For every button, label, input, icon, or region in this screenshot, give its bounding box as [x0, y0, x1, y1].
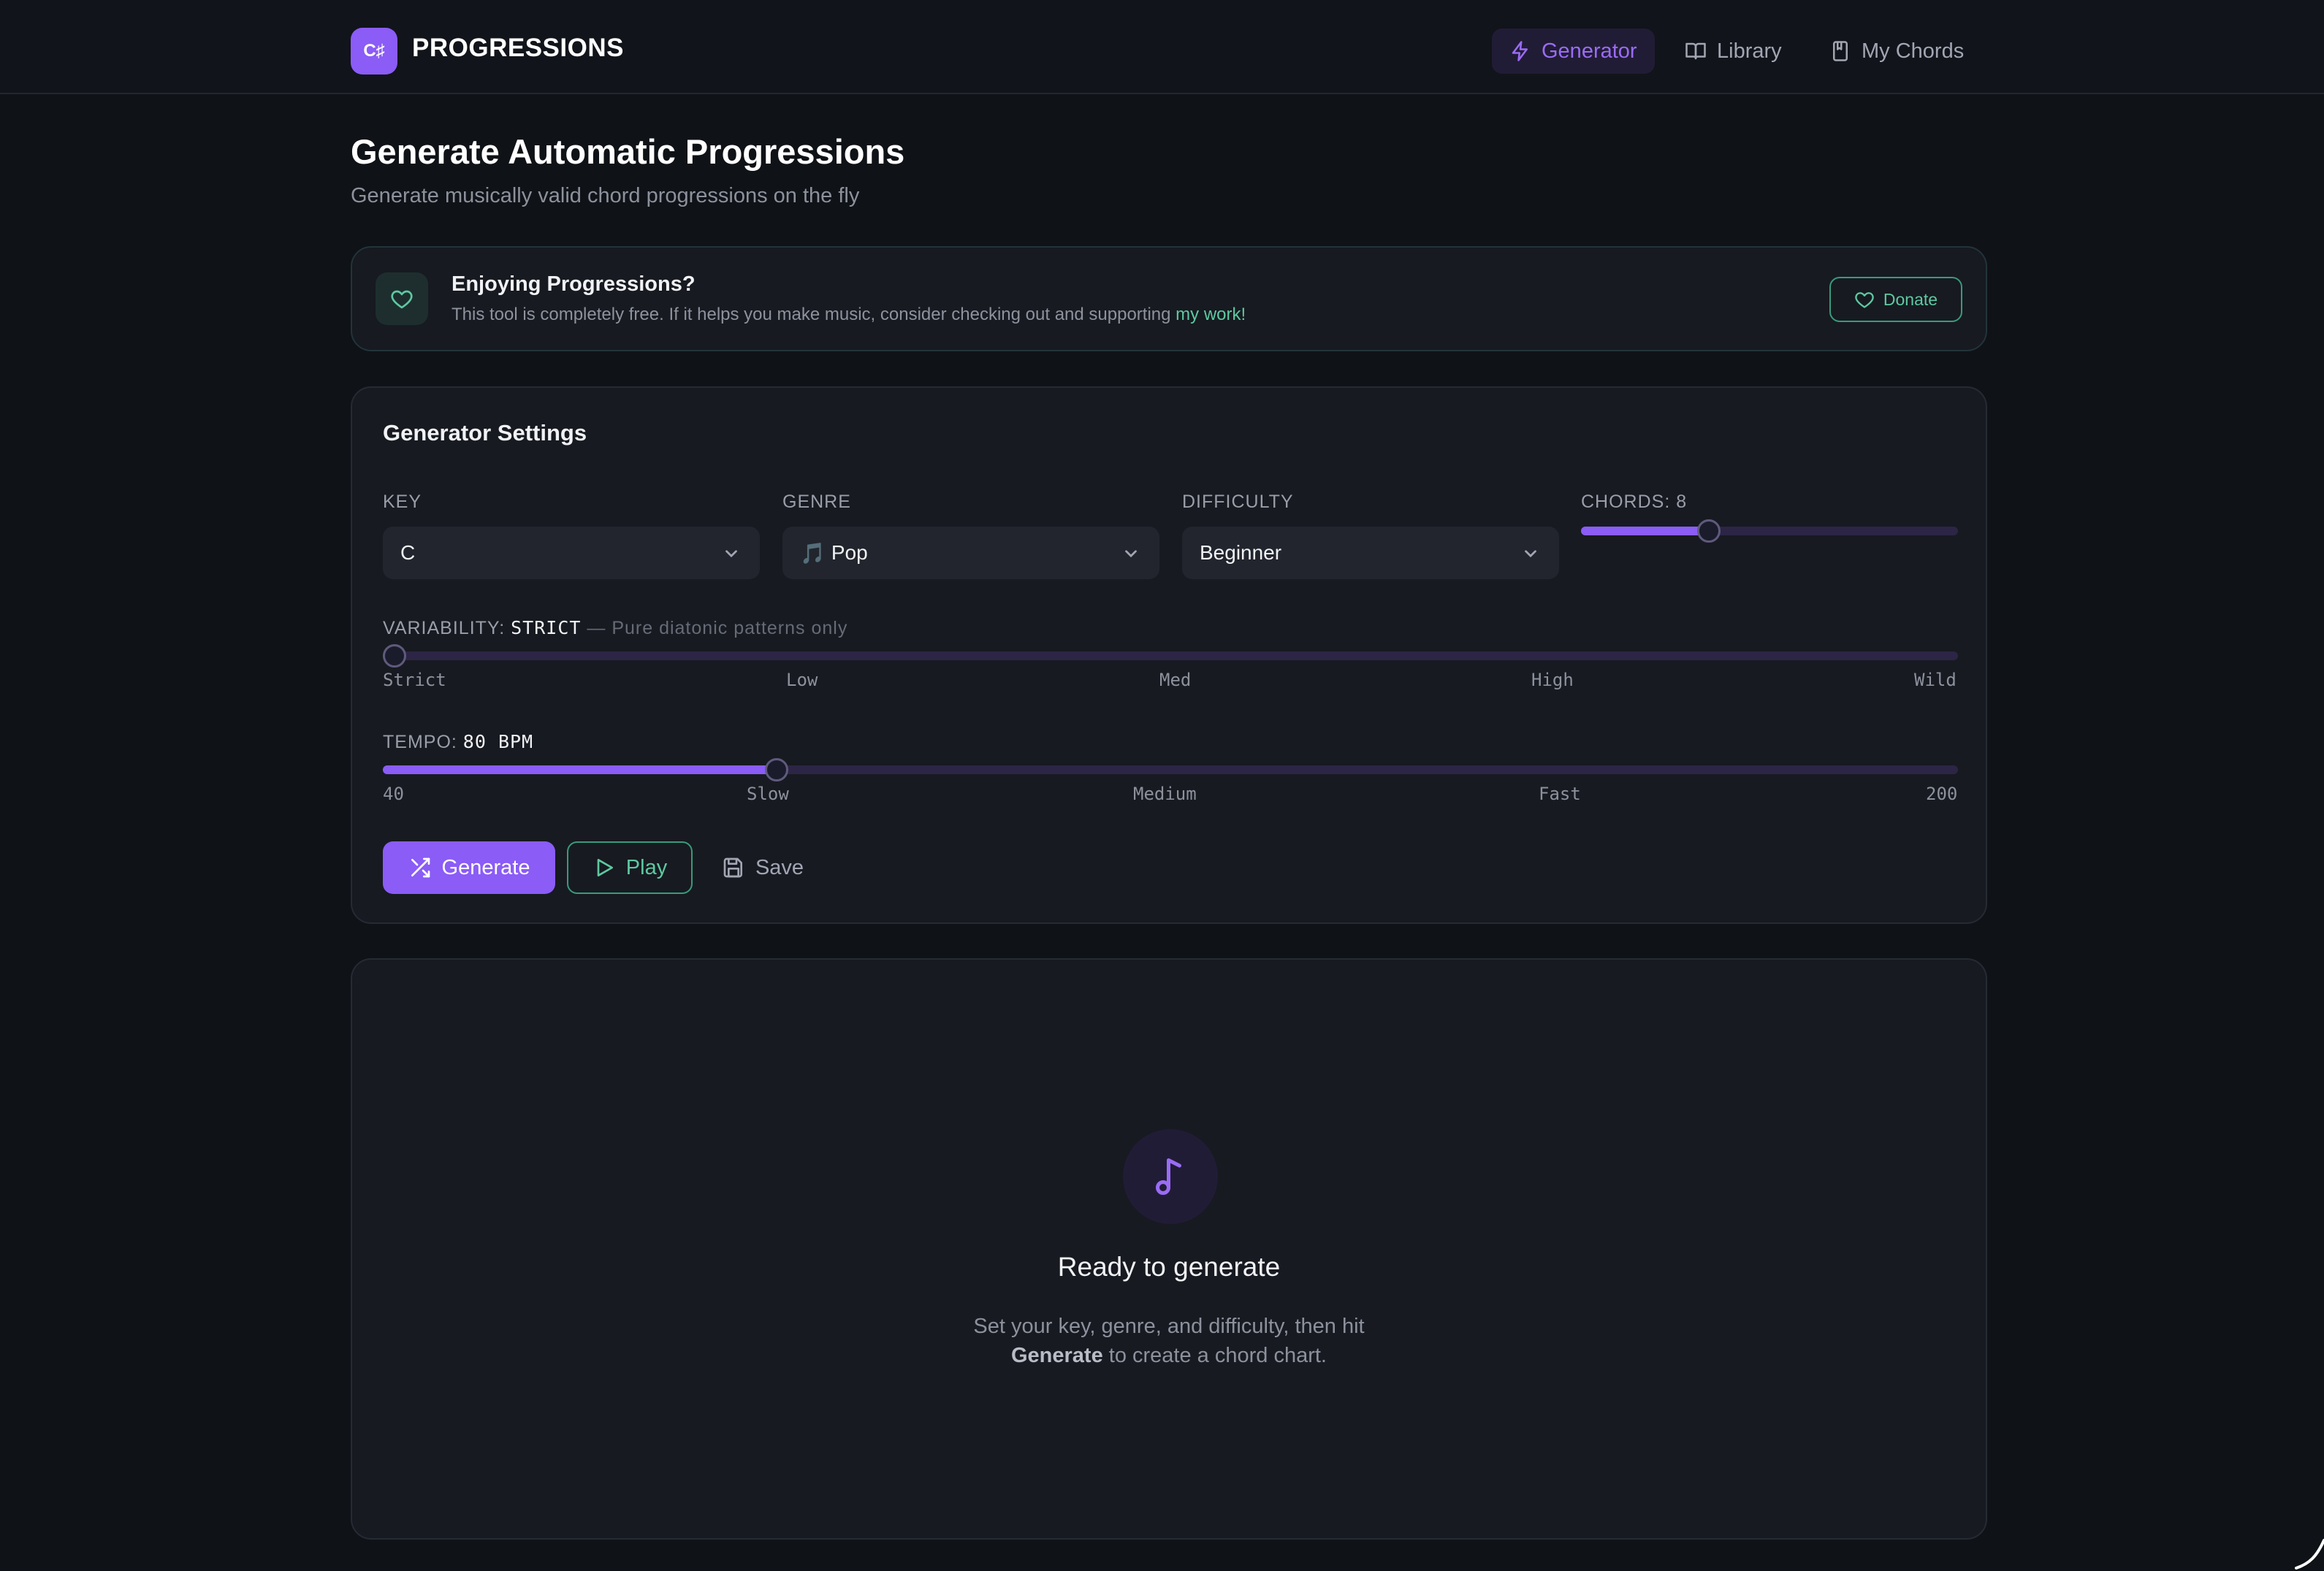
heart-icon: [376, 272, 428, 325]
chevron-down-icon: [1525, 550, 1536, 558]
generate-button-label: Generate: [441, 855, 530, 879]
empty-state-generate-word: Generate: [1010, 1344, 1103, 1367]
variability-tick-wild: Wild: [1914, 670, 1957, 690]
nav-item-my-chords[interactable]: My Chords: [1812, 28, 1981, 74]
generator-settings-panel: Generator Settings KEY C GENRE 🎵 Pop DIF…: [351, 386, 1987, 924]
key-value: C: [400, 541, 416, 564]
progression-output-panel: Ready to generate Set your key, genre, a…: [351, 958, 1987, 1540]
variability-tick-low: Low: [786, 670, 818, 690]
empty-state-text: Set your key, genre, and difficulty, the…: [352, 1312, 1986, 1370]
my-work-link[interactable]: my work: [1176, 305, 1241, 324]
nav-item-library[interactable]: Library: [1667, 28, 1799, 74]
variability-value: STRICT: [511, 617, 582, 638]
variability-slider-thumb[interactable]: [383, 644, 406, 668]
music-note-icon: 🎵: [800, 541, 826, 565]
music-note-icon: [1123, 1129, 1218, 1224]
variability-label-text: VARIABILITY:: [383, 618, 506, 638]
lightning-icon: [1512, 41, 1528, 61]
page-title: Generate Automatic Progressions: [351, 132, 905, 171]
save-button-label: Save: [755, 855, 804, 879]
bookmark-book-icon: [1833, 41, 1848, 61]
play-button-label: Play: [625, 855, 668, 879]
tempo-slider-fill: [383, 765, 777, 774]
difficulty-select[interactable]: Beginner: [1182, 527, 1559, 579]
tempo-tick-medium: Medium: [1133, 784, 1197, 804]
page-subtitle: Generate musically valid chord progressi…: [351, 184, 860, 207]
play-button[interactable]: Play: [567, 841, 693, 894]
tempo-slider[interactable]: [383, 758, 1958, 781]
logo[interactable]: C♯: [351, 28, 397, 74]
chords-label: CHORDS: 8: [1581, 492, 1687, 513]
tempo-tick-slow: Slow: [747, 784, 789, 804]
chords-slider-fill: [1581, 527, 1709, 535]
variability-hint: — Pure diatonic patterns only: [587, 618, 848, 638]
tempo-label: TEMPO: 80 BPM: [383, 731, 533, 753]
tempo-slider-thumb[interactable]: [765, 758, 788, 781]
difficulty-value: Beginner: [1200, 541, 1282, 564]
nav-label: My Chords: [1862, 39, 1965, 63]
difficulty-label: DIFFICULTY: [1182, 492, 1294, 512]
donate-button[interactable]: Donate: [1829, 277, 1962, 322]
play-icon: [597, 859, 613, 876]
empty-state-line-1: Set your key, genre, and difficulty, the…: [973, 1315, 1365, 1338]
chevron-down-icon: [1125, 550, 1137, 558]
brand-name[interactable]: PROGRESSIONS: [412, 34, 624, 63]
variability-label: VARIABILITY: STRICT — Pure diatonic patt…: [383, 617, 847, 639]
save-icon: [723, 857, 742, 878]
empty-state-line-2-rest: to create a chord chart.: [1102, 1344, 1327, 1367]
variability-tick-high: High: [1531, 670, 1574, 690]
tempo-label-text: TEMPO:: [383, 732, 457, 752]
empty-state-line-2: Generate to create a chord chart.: [352, 1341, 1986, 1370]
chords-slider[interactable]: [1581, 519, 1958, 543]
donate-banner: Enjoying Progressions? This tool is comp…: [351, 246, 1987, 351]
genre-value: Pop: [831, 541, 868, 564]
empty-state-title: Ready to generate: [1057, 1252, 1281, 1282]
tempo-tick-fast: Fast: [1539, 784, 1581, 804]
generate-button[interactable]: Generate: [383, 841, 555, 894]
genre-label: GENRE: [782, 492, 851, 512]
genre-select[interactable]: 🎵 Pop: [782, 527, 1159, 579]
donate-text-end: !: [1241, 305, 1246, 324]
variability-slider[interactable]: [383, 644, 1958, 668]
tempo-value: 80 BPM: [462, 731, 534, 752]
chords-slider-thumb[interactable]: [1697, 519, 1721, 543]
key-label: KEY: [383, 492, 422, 512]
nav-label: Library: [1717, 39, 1782, 63]
logo-text: C♯: [363, 41, 385, 61]
shuffle-icon: [411, 857, 430, 878]
heart-icon: [1855, 292, 1874, 308]
top-navigation-bar: C♯ PROGRESSIONS Generator Library My Cho…: [0, 0, 2324, 94]
key-select[interactable]: C: [383, 527, 760, 579]
tempo-tick-min: 40: [383, 784, 404, 804]
tempo-tick-max: 200: [1926, 784, 1958, 804]
save-button[interactable]: Save: [704, 841, 821, 894]
chevron-down-icon: [725, 550, 737, 558]
book-open-icon: [1685, 42, 1706, 60]
chords-value: 8: [1676, 492, 1688, 512]
resize-handle-icon: [2295, 1539, 2324, 1570]
nav-label: Generator: [1542, 39, 1637, 63]
chords-label-text: CHORDS:: [1581, 492, 1671, 512]
settings-title: Generator Settings: [383, 420, 587, 446]
donate-text-body: This tool is completely free. If it help…: [452, 305, 1176, 324]
donate-title: Enjoying Progressions?: [452, 272, 696, 296]
variability-tick-strict: Strict: [383, 670, 446, 690]
donate-text: This tool is completely free. If it help…: [452, 305, 1246, 325]
donate-button-label: Donate: [1883, 289, 1938, 309]
variability-tick-med: Med: [1159, 670, 1192, 690]
nav-item-generator[interactable]: Generator: [1492, 28, 1655, 74]
